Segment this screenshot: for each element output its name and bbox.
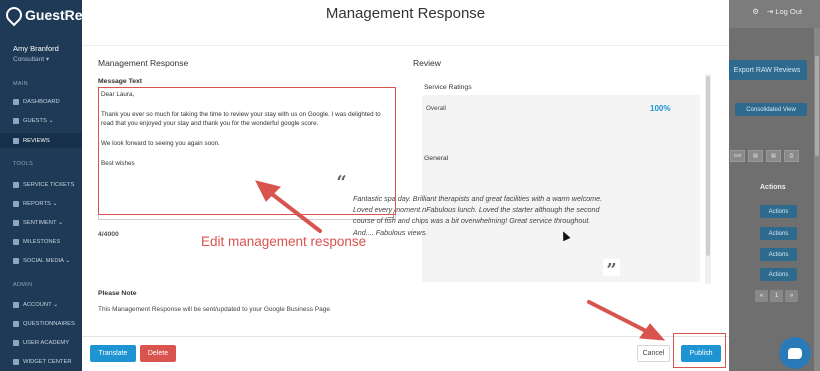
social-media-icon <box>13 257 19 264</box>
pagination: « 1 » <box>755 290 798 302</box>
brand-name: GuestRe <box>25 7 83 23</box>
actions-column-header: Actions <box>760 184 786 191</box>
please-note-text: This Management Response will be sent/up… <box>98 306 330 313</box>
sidebar: GuestRe Amy Branford Consultant ▾ MAIN D… <box>0 0 83 371</box>
annotation-highlight-message <box>98 87 396 215</box>
quote-close-icon: ” <box>603 259 620 281</box>
delete-button[interactable]: Delete <box>140 345 176 362</box>
export-tools: csv ▤ ▤ ⎙ <box>730 150 799 162</box>
nav-section-admin: ADMIN <box>13 282 33 288</box>
sidebar-item-reviews[interactable]: REVIEWS <box>0 133 82 148</box>
management-response-heading: Management Response <box>98 58 189 68</box>
brand-logo[interactable]: GuestRe <box>2 3 83 27</box>
pager-next[interactable]: » <box>785 290 798 302</box>
nav-section-tools: TOOLS <box>13 161 34 167</box>
service-ratings-heading: Service Ratings <box>424 84 472 91</box>
academy-icon <box>13 339 19 346</box>
sidebar-item-guests[interactable]: GUESTS ⌄ <box>0 113 82 128</box>
sidebar-item-widget-center[interactable]: WIDGET CENTER <box>0 354 82 369</box>
export-raw-reviews-button[interactable]: Export RAW Reviews <box>727 60 807 80</box>
sidebar-item-questionnaires[interactable]: QUESTIONNAIRES <box>0 316 82 331</box>
review-panel: Service Ratings Overall 100% General <box>420 74 703 286</box>
row-actions-button[interactable]: Actions <box>760 268 797 281</box>
character-counter: 4/4000 <box>98 231 119 238</box>
overall-label: Overall <box>426 105 446 112</box>
modal-header: Management Response <box>82 0 729 46</box>
nav-section-main: MAIN <box>13 81 28 87</box>
row-actions-button[interactable]: Actions <box>760 227 797 240</box>
row-actions-button[interactable]: Actions <box>760 248 797 261</box>
row-actions-button[interactable]: Actions <box>760 205 797 218</box>
page-scrollbar-thumb[interactable] <box>815 56 819 156</box>
logout-icon: ⇥ <box>766 7 774 16</box>
consolidated-view-button[interactable]: Consolidated View <box>735 103 807 116</box>
logo-mark-icon <box>2 3 26 27</box>
sidebar-item-sentiment[interactable]: SENTIMENT ⌄ <box>0 215 82 230</box>
pdf-icon[interactable]: ▤ <box>766 150 781 162</box>
modal-footer <box>82 336 729 371</box>
sentiment-icon <box>13 219 19 226</box>
translate-button[interactable]: Translate <box>90 345 136 362</box>
cancel-button[interactable]: Cancel <box>637 345 670 362</box>
sidebar-item-social-media[interactable]: SOCIAL MEDIA ⌄ <box>0 253 82 268</box>
review-heading: Review <box>413 58 441 68</box>
please-note-heading: Please Note <box>98 290 137 297</box>
reports-icon <box>13 200 19 207</box>
chat-icon[interactable] <box>779 337 811 369</box>
message-text-label: Message Text <box>98 78 143 85</box>
overall-score: 100% <box>650 104 671 113</box>
guests-icon <box>13 117 19 124</box>
user-name[interactable]: Amy Branford <box>13 44 59 53</box>
sidebar-item-reports[interactable]: REPORTS ⌄ <box>0 196 82 211</box>
top-right-controls: ⚙ ⇥ Log Out <box>752 7 802 16</box>
account-icon <box>13 301 19 308</box>
widget-icon <box>13 358 19 365</box>
annotation-highlight-publish <box>673 333 726 368</box>
print-icon[interactable]: ⎙ <box>784 150 799 162</box>
sidebar-item-dashboard[interactable]: DASHBOARD <box>0 94 82 109</box>
general-heading: General <box>424 155 449 162</box>
pager-prev[interactable]: « <box>755 290 768 302</box>
milestones-icon <box>13 238 19 245</box>
dashboard-icon <box>13 98 19 105</box>
questionnaire-icon <box>13 320 19 327</box>
settings-icon[interactable]: ⚙ <box>752 7 759 16</box>
sidebar-item-service-tickets[interactable]: SERVICE TICKETS <box>0 177 82 192</box>
ticket-icon <box>13 181 19 188</box>
modal-title: Management Response <box>325 5 486 22</box>
annotation-label: Edit management response <box>201 234 367 249</box>
sidebar-item-milestones[interactable]: MILESTONES <box>0 234 82 249</box>
sidebar-item-account[interactable]: ACCOUNT ⌄ <box>0 297 82 312</box>
logout-link[interactable]: ⇥ Log Out <box>767 7 802 16</box>
review-scrollbar-thumb[interactable] <box>706 76 710 256</box>
user-role[interactable]: Consultant ▾ <box>13 55 49 63</box>
sidebar-item-user-academy[interactable]: USER ACADEMY <box>0 335 82 350</box>
reviews-icon <box>13 137 19 144</box>
csv-button[interactable]: csv <box>730 150 745 162</box>
excel-icon[interactable]: ▤ <box>748 150 763 162</box>
pager-page[interactable]: 1 <box>770 290 783 302</box>
